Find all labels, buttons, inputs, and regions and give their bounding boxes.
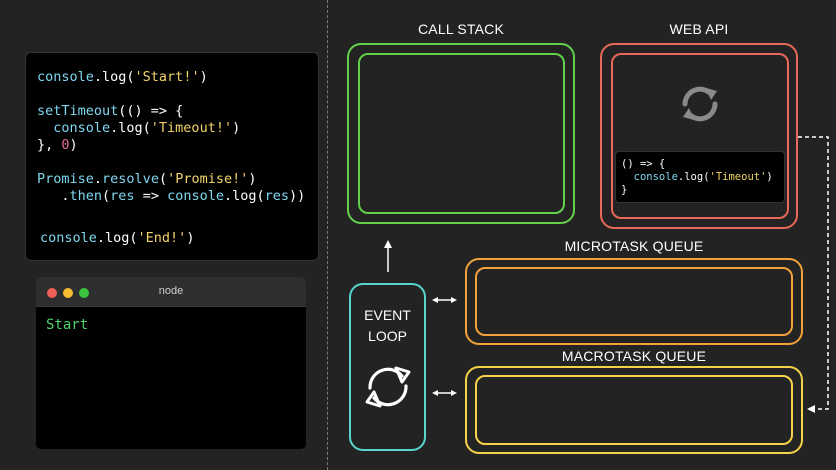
double-arrow-icon (432, 390, 457, 396)
arrow-up-icon (384, 240, 392, 272)
double-arrow-icon (432, 297, 457, 303)
connector-arrows (384, 136, 829, 413)
dashed-arrow-icon (798, 136, 829, 413)
